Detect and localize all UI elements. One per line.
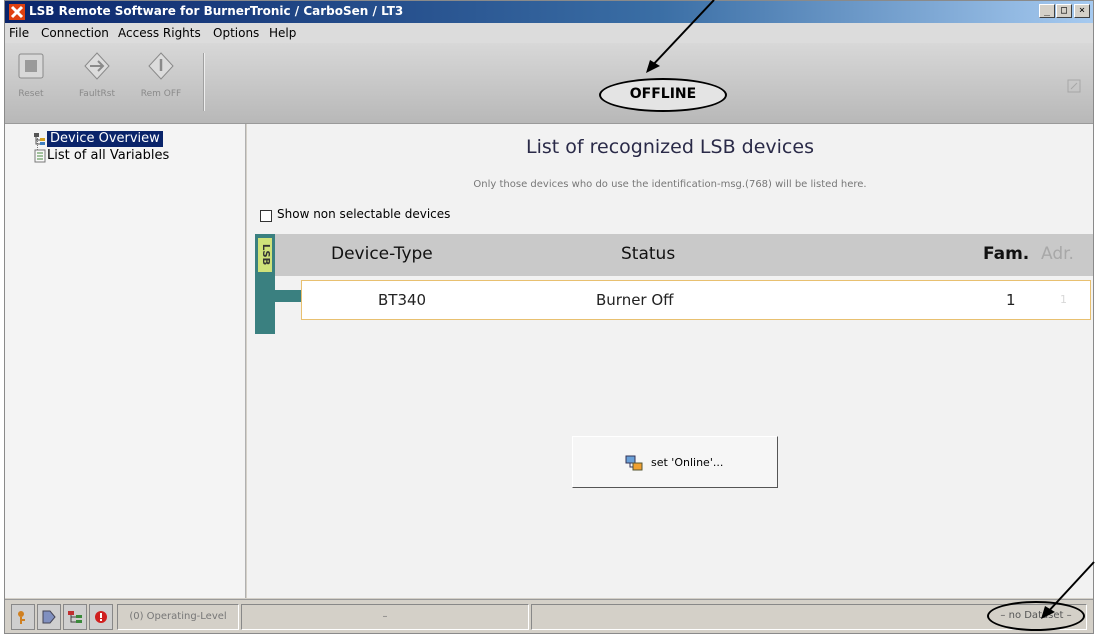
network-connect-icon xyxy=(625,455,643,471)
remote-off-button[interactable]: Rem OFF xyxy=(141,51,181,107)
column-address: Adr. xyxy=(1041,244,1074,264)
navigation-tree: Device Overview List of all Variables xyxy=(5,124,246,598)
window-title: LSB Remote Software for BurnerTronic / C… xyxy=(29,4,404,18)
remote-off-label: Rem OFF xyxy=(140,89,182,99)
toolbar: Reset FaultRst Rem OFF OFFLINE xyxy=(5,43,1093,124)
alert-icon xyxy=(95,611,107,623)
app-logo-icon xyxy=(9,4,25,20)
menu-bar: File Connection Access Rights Options He… xyxy=(5,23,1093,43)
minimize-button[interactable]: _ xyxy=(1039,4,1055,18)
reset-button[interactable]: Reset xyxy=(11,51,51,107)
title-bar[interactable]: LSB Remote Software for BurnerTronic / C… xyxy=(5,1,1093,23)
user-key-icon xyxy=(18,611,25,624)
reset-icon xyxy=(18,53,44,79)
reset-label: Reset xyxy=(18,89,44,99)
panel-title: List of recognized LSB devices xyxy=(526,136,814,158)
identification-note: Only those devices who do use the identi… xyxy=(473,179,867,190)
hierarchy-icon xyxy=(68,611,82,623)
status-button-alert[interactable] xyxy=(89,604,113,630)
operating-level-field: (0) Operating-Level xyxy=(117,604,239,630)
show-non-selectable-label[interactable]: Show non selectable devices xyxy=(277,207,450,221)
detach-icon[interactable] xyxy=(1067,79,1081,93)
cell-device-type: BT340 xyxy=(378,291,427,309)
status-button-tag[interactable] xyxy=(37,604,61,630)
table-header: Device-Type Status Fam. Adr. xyxy=(255,234,1093,276)
menu-options[interactable]: Options xyxy=(213,26,259,40)
remote-off-icon xyxy=(148,52,174,80)
column-device-type: Device-Type xyxy=(331,244,433,264)
maximize-button[interactable]: □ xyxy=(1056,4,1072,18)
cell-family: 1 xyxy=(1006,291,1016,309)
status-middle-field: – xyxy=(241,604,529,630)
tree-item-device-overview[interactable]: Device Overview xyxy=(47,131,163,147)
status-button-user[interactable] xyxy=(11,604,35,630)
tree-item-variables[interactable]: List of all Variables xyxy=(47,148,169,164)
fault-reset-label: FaultRst xyxy=(78,89,116,99)
set-online-label: set 'Online'... xyxy=(651,456,724,469)
device-list-panel: List of recognized LSB devices Only thos… xyxy=(247,124,1093,598)
cell-address: 1 xyxy=(1060,293,1067,306)
fault-reset-icon xyxy=(84,52,110,80)
menu-file[interactable]: File xyxy=(9,26,29,40)
device-tree-icon xyxy=(34,133,45,145)
column-status: Status xyxy=(621,244,676,264)
status-bar: (0) Operating-Level – – no Dataset – xyxy=(5,599,1093,633)
fault-reset-button[interactable]: FaultRst xyxy=(77,51,117,107)
status-button-tree[interactable] xyxy=(63,604,87,630)
connection-status-badge: OFFLINE xyxy=(599,78,727,112)
app-window: LSB Remote Software for BurnerTronic / C… xyxy=(4,0,1094,634)
column-family: Fam. xyxy=(983,244,1030,264)
lsb-bus-label: LSB xyxy=(258,238,272,272)
menu-access-rights[interactable]: Access Rights xyxy=(118,26,201,40)
tag-icon xyxy=(42,610,56,624)
toolbar-separator xyxy=(203,53,205,111)
variables-list-icon xyxy=(34,149,46,163)
set-online-button[interactable]: set 'Online'... xyxy=(572,436,778,488)
dataset-status: – no Dataset – xyxy=(987,601,1085,631)
menu-connection[interactable]: Connection xyxy=(41,26,109,40)
show-non-selectable-checkbox[interactable] xyxy=(260,210,272,222)
cell-status: Burner Off xyxy=(596,291,674,309)
close-button[interactable]: × xyxy=(1074,4,1090,18)
lsb-bus-connector xyxy=(275,290,301,302)
table-row[interactable]: BT340 Burner Off 1 1 xyxy=(301,280,1091,320)
menu-help[interactable]: Help xyxy=(269,26,296,40)
